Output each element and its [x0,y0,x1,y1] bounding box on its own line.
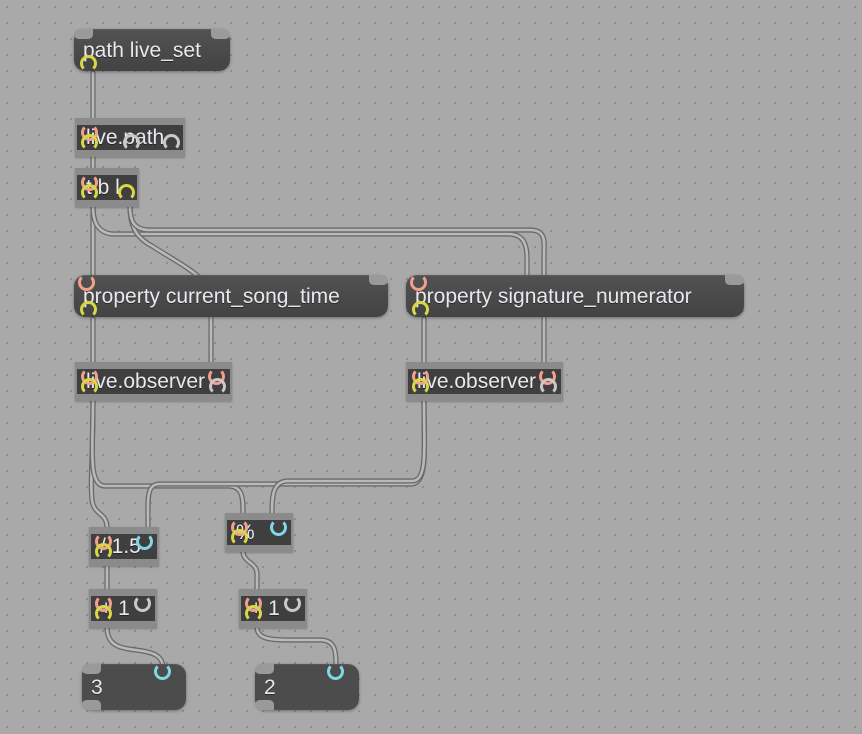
obj-modulo-outlet-0[interactable] [231,529,248,546]
msg-property-current-song-time-label: property current_song_time [83,284,340,308]
msg-property-current-song-time-inlet-0[interactable] [78,274,95,291]
num-3-outlet-0[interactable] [82,700,101,710]
obj-live-observer-left[interactable]: live.observer [75,362,232,401]
obj-live-observer-right-inlet-0[interactable] [412,368,429,385]
num-2[interactable]: 2 [255,663,359,710]
obj-plus-1-left-outlet-0[interactable] [95,605,112,622]
obj-t-b-l-outlet-0[interactable] [81,184,98,201]
num-2-inlet-0[interactable] [255,664,274,674]
obj-live-path[interactable]: live.path [75,118,185,157]
obj-modulo-inlet-1[interactable] [270,519,287,536]
max-patcher-canvas[interactable]: path live_set live.path t b l property curr… [0,0,862,734]
obj-plus-1-right[interactable]: + 1 [239,589,307,628]
msg-property-signature-numerator-outlet-0[interactable] [412,301,429,318]
msg-path-live-set-inlet-0[interactable] [74,29,93,39]
obj-t-b-l-inlet-0[interactable] [81,174,98,191]
obj-plus-1-right-outlet-0[interactable] [245,605,262,622]
obj-plus-1-right-inlet-1[interactable] [284,595,301,612]
num-3-inlet-1[interactable] [154,663,171,680]
obj-t-b-l-outlet-1[interactable] [118,184,135,201]
obj-plus-1-left-inlet-1[interactable] [134,595,151,612]
cord-obsleft-to-modulo[interactable] [89,397,246,517]
obj-live-observer-right-outlet-0[interactable] [412,378,429,395]
msg-property-signature-numerator-inlet-1[interactable] [725,275,744,285]
obj-t-b-l[interactable]: t b l [75,168,139,207]
obj-plus-1-right-inlet-0[interactable] [245,595,262,612]
msg-property-current-song-time-outlet-0[interactable] [80,301,97,318]
cord-plusleft-to-num3[interactable] [104,624,166,671]
obj-divide-1-5-inlet-0[interactable] [95,533,112,550]
num-2-label: 2 [264,675,276,699]
obj-plus-1-left-inlet-0[interactable] [95,595,112,612]
msg-property-current-song-time[interactable]: property current_song_time [74,274,388,318]
num-2-outlet-0[interactable] [255,700,274,710]
obj-live-observer-right-inlet-1[interactable] [539,368,556,385]
msg-property-signature-numerator-inlet-0[interactable] [410,274,427,291]
obj-live-observer-left-inlet-0[interactable] [81,368,98,385]
msg-property-current-song-time-inlet-1[interactable] [369,275,388,285]
obj-live-path-outlet-0[interactable] [81,134,98,151]
msg-path-live-set[interactable]: path live_set [74,29,230,72]
msg-property-signature-numerator[interactable]: property signature_numerator [406,274,744,318]
cord-obsright-to-divide-right[interactable] [145,397,428,531]
obj-live-path-outlet-2[interactable] [163,134,180,151]
cord-tbl-bang-to-signature[interactable] [90,203,530,280]
obj-live-path-inlet-0[interactable] [81,124,98,141]
obj-live-observer-left-outlet-0[interactable] [81,378,98,395]
cord-obsright-to-modulo-right[interactable] [269,397,428,517]
obj-divide-1-5-outlet-0[interactable] [95,543,112,560]
num-3[interactable]: 3 [82,663,186,710]
obj-live-observer-right-outlet-1[interactable] [540,378,557,395]
num-2-inlet-1[interactable] [327,663,344,680]
cord-plusright-to-num2[interactable] [254,624,339,671]
obj-modulo[interactable]: % [225,513,293,552]
cord-obsleft-to-divide[interactable] [88,397,110,531]
obj-live-observer-left-inlet-1[interactable] [208,368,225,385]
msg-path-live-set-inlet-1[interactable] [211,29,230,39]
obj-modulo-inlet-0[interactable] [231,519,248,536]
cord-modulo-to-plus-right[interactable] [240,548,260,593]
obj-divide-1-5[interactable]: / 1.5 [89,527,159,566]
obj-live-observer-right[interactable]: live.observer [406,362,563,401]
num-3-label: 3 [91,675,103,699]
obj-divide-1-5-inlet-1[interactable] [136,533,153,550]
obj-live-path-outlet-1[interactable] [123,134,140,151]
msg-path-live-set-outlet-0[interactable] [80,55,97,72]
obj-live-observer-left-outlet-1[interactable] [209,378,226,395]
msg-property-signature-numerator-label: property signature_numerator [415,284,692,308]
obj-plus-1-left[interactable]: + 1 [89,589,157,628]
num-3-inlet-0[interactable] [82,664,101,674]
